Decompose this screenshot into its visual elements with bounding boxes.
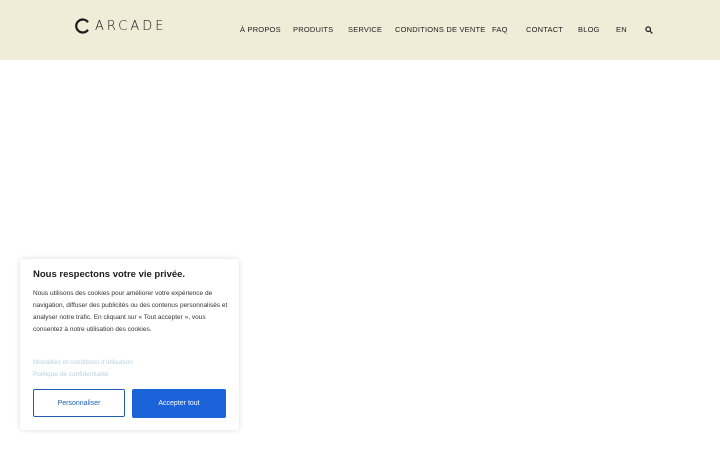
privacy-policy-link[interactable]: Politique de confidentialité — [33, 371, 109, 378]
language-switch[interactable]: EN — [616, 25, 627, 34]
cookie-description: Nous utilisons des cookies pour améliore… — [33, 290, 228, 333]
nav-item-blog[interactable]: BLOG — [578, 25, 600, 34]
nav-item-produits[interactable]: PRODUITS — [293, 25, 333, 34]
main-nav: À PROPOS PRODUITS SERVICE CONDITIONS DE … — [0, 25, 720, 37]
nav-item-a-propos[interactable]: À PROPOS — [240, 25, 281, 34]
nav-item-contact[interactable]: CONTACT — [526, 25, 563, 34]
nav-item-faq[interactable]: FAQ — [492, 25, 508, 34]
cookie-consent-banner: Nous respectons votre vie privée. Nous u… — [20, 259, 239, 430]
accept-all-button[interactable]: Accepter tout — [132, 389, 226, 418]
nav-item-conditions-de-vente[interactable]: CONDITIONS DE VENTE — [395, 25, 485, 34]
site-header: ARCADE À PROPOS PRODUITS SERVICE CONDITI… — [0, 0, 720, 60]
cookie-title: Nous respectons votre vie privée. — [33, 269, 186, 280]
customize-button[interactable]: Personnaliser — [33, 389, 125, 417]
search-icon[interactable] — [645, 26, 653, 34]
nav-item-service[interactable]: SERVICE — [348, 25, 382, 34]
terms-link[interactable]: Modalités et conditions d'utilisation — [33, 359, 133, 366]
